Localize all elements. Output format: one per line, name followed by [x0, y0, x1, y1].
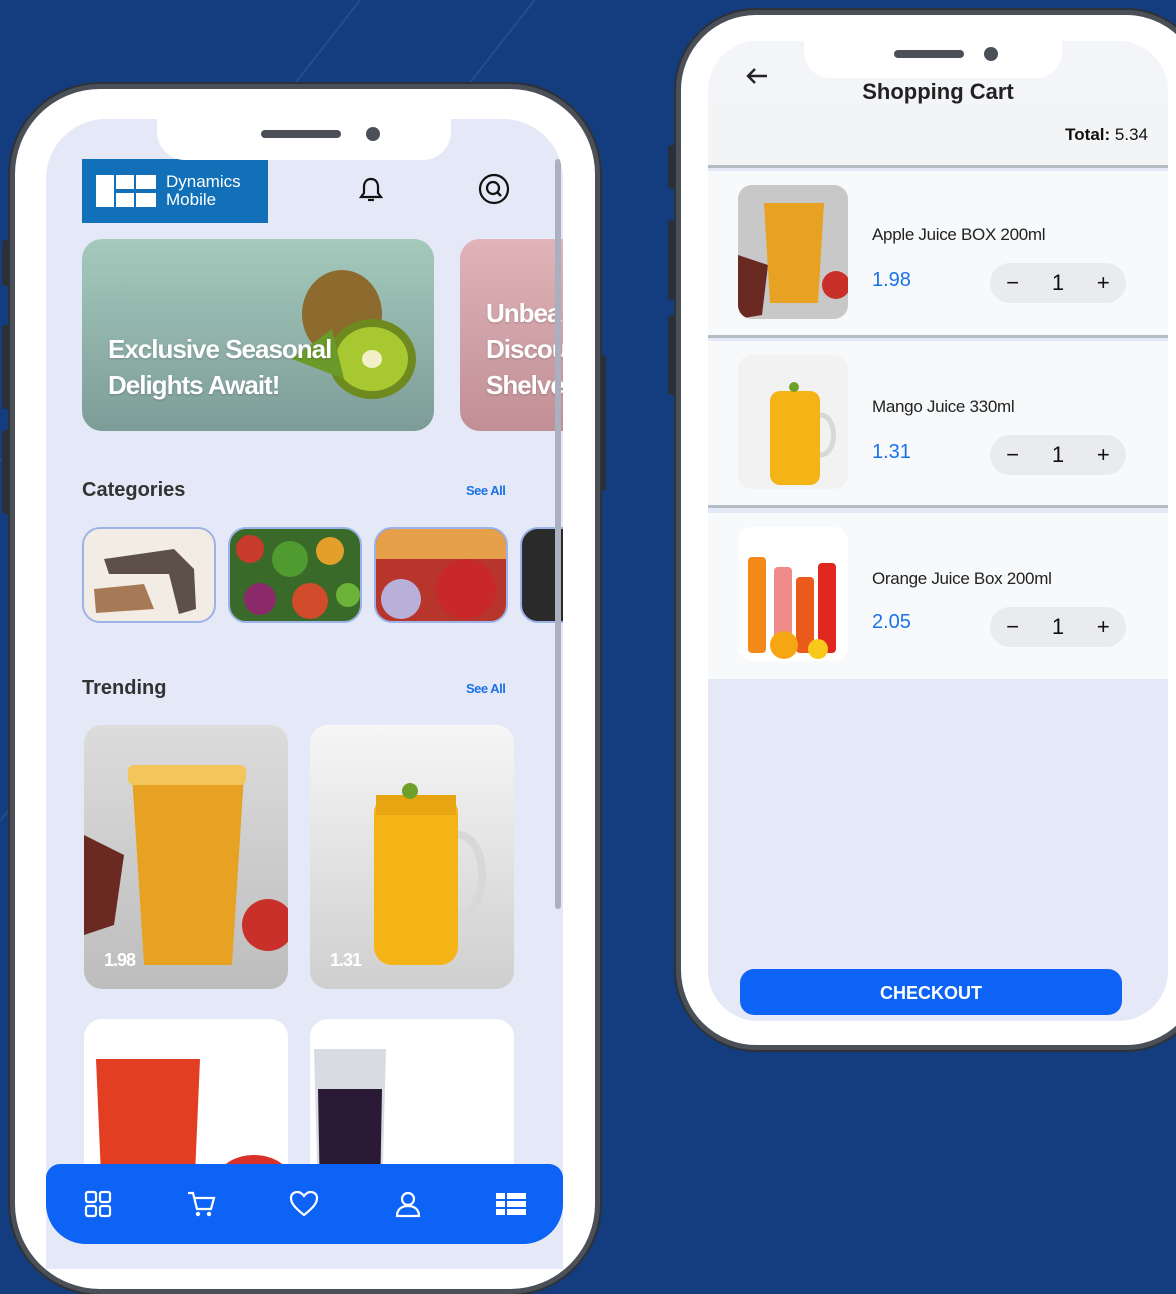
- cart-item-name: Mango Juice 330ml: [872, 397, 1015, 416]
- increase-quantity-button[interactable]: +: [1088, 270, 1118, 296]
- decrease-quantity-button[interactable]: −: [998, 442, 1028, 468]
- product-card[interactable]: 1.31: [310, 725, 514, 989]
- cart-item: Mango Juice 330ml 1.31 − 1 +: [708, 341, 1168, 508]
- cart-item-name: Orange Juice Box 200ml: [872, 569, 1052, 588]
- cart-item: Orange Juice Box 200ml 2.05 − 1 +: [708, 513, 1168, 679]
- menu-icon[interactable]: [493, 1186, 529, 1222]
- phone-side-button: [2, 430, 10, 514]
- speaker-grille: [261, 130, 341, 138]
- phone-side-button: [668, 315, 676, 395]
- bell-icon[interactable]: [356, 173, 386, 207]
- cart-item-image: [738, 355, 848, 489]
- front-camera: [984, 47, 998, 61]
- home-screen: Dynamics Mobile Exclusive Seasonal Delig…: [46, 119, 563, 1269]
- phone-side-button: [668, 145, 676, 189]
- total-bar: Total: 5.34: [708, 105, 1168, 168]
- decrease-quantity-button[interactable]: −: [998, 614, 1028, 640]
- phone-side-button: [2, 325, 10, 409]
- checkout-button[interactable]: CHECKOUT: [740, 969, 1122, 1015]
- decrease-quantity-button[interactable]: −: [998, 270, 1028, 296]
- cart-item: Apple Juice BOX 200ml 1.98 − 1 +: [708, 171, 1168, 338]
- phone-notch: [804, 41, 1062, 78]
- search-icon[interactable]: [476, 171, 512, 207]
- category-tile[interactable]: [228, 527, 362, 623]
- quantity-value: 1: [1051, 614, 1065, 639]
- phone-side-button: [668, 220, 676, 300]
- quantity-value: 1: [1051, 442, 1065, 467]
- category-image: [94, 549, 196, 614]
- grid-icon[interactable]: [80, 1186, 116, 1222]
- cart-phone-frame: Shopping Cart Total: 5.34 Apple Juice BO…: [676, 10, 1176, 1050]
- cart-item-image: [738, 527, 848, 661]
- quantity-stepper: − 1 +: [990, 263, 1126, 303]
- total-value: 5.34: [1114, 125, 1148, 144]
- phone-notch: [157, 119, 451, 160]
- dynamics-mobile-logo[interactable]: Dynamics Mobile: [82, 159, 268, 223]
- total-summary: Total: 5.34: [1065, 125, 1148, 145]
- trending-see-all-link[interactable]: See All: [466, 681, 506, 696]
- quantity-stepper: − 1 +: [990, 435, 1126, 475]
- banner-headline: Exclusive Seasonal Delights Await!: [108, 331, 332, 403]
- home-phone-frame: Dynamics Mobile Exclusive Seasonal Delig…: [10, 84, 600, 1294]
- quantity-stepper: − 1 +: [990, 607, 1126, 647]
- cart-item-price: 2.05: [872, 611, 911, 633]
- logo-line-1: Dynamics: [166, 172, 241, 191]
- product-price: 1.31: [330, 950, 362, 970]
- cart-item-name: Apple Juice BOX 200ml: [872, 225, 1046, 244]
- promo-banner[interactable]: Unbea Discou Shelve: [460, 239, 563, 431]
- logo-text: Dynamics Mobile: [166, 173, 241, 209]
- increase-quantity-button[interactable]: +: [1088, 614, 1118, 640]
- category-tile[interactable]: [82, 527, 216, 623]
- promo-banner[interactable]: Exclusive Seasonal Delights Await!: [82, 239, 434, 431]
- banner-line: Exclusive Seasonal: [108, 334, 332, 364]
- cart-item-price: 1.98: [872, 269, 911, 291]
- categories-see-all-link[interactable]: See All: [466, 483, 506, 498]
- banner-line: Discou: [486, 334, 563, 364]
- banner-line: Unbea: [486, 298, 561, 328]
- categories-title: Categories: [82, 479, 186, 501]
- increase-quantity-button[interactable]: +: [1088, 442, 1118, 468]
- cart-icon[interactable]: [183, 1186, 219, 1222]
- banner-line: Shelve: [486, 370, 563, 400]
- logo-mark: [96, 171, 158, 211]
- front-camera: [366, 127, 380, 141]
- cart-title: Shopping Cart: [862, 79, 1014, 104]
- category-tile[interactable]: [374, 527, 508, 623]
- user-icon[interactable]: [390, 1186, 426, 1222]
- cart-item-price: 1.31: [872, 441, 911, 463]
- cart-item-image: [738, 185, 848, 319]
- scrollbar[interactable]: [555, 159, 561, 909]
- heart-icon[interactable]: [286, 1186, 322, 1222]
- logo-line-2: Mobile: [166, 190, 217, 209]
- bottom-navigation: [46, 1164, 563, 1244]
- banner-headline: Unbea Discou Shelve: [486, 295, 563, 403]
- banner-line: Delights Await!: [108, 370, 280, 400]
- trending-title: Trending: [82, 677, 167, 699]
- total-label: Total:: [1065, 125, 1111, 144]
- speaker-grille: [894, 50, 964, 58]
- category-image: [236, 535, 360, 619]
- product-card[interactable]: 1.98: [84, 725, 288, 989]
- phone-side-button: [2, 240, 10, 286]
- quantity-value: 1: [1051, 270, 1065, 295]
- category-image: [376, 529, 506, 619]
- product-price: 1.98: [104, 950, 136, 970]
- cart-screen: Shopping Cart Total: 5.34 Apple Juice BO…: [708, 41, 1168, 1021]
